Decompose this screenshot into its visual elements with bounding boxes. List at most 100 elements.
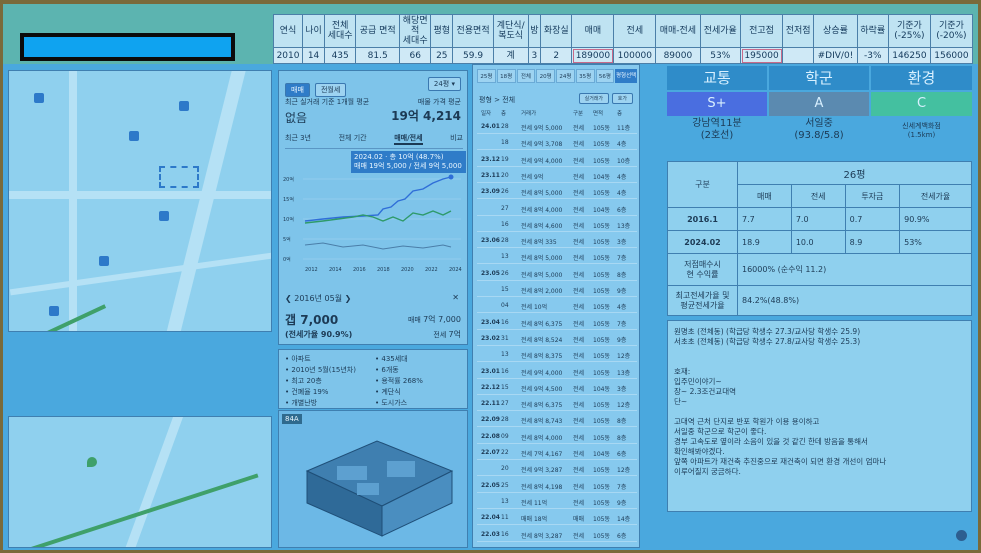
asking-price-button[interactable]: 호가	[611, 93, 633, 104]
map-marker-icon[interactable]	[99, 256, 109, 266]
summary-value-cell: 156000	[929, 47, 974, 64]
memo-line: 원명초 (전체동) (학급당 학생수 27.3/교사당 학생수 25.9)	[674, 327, 861, 336]
size-filter-tab[interactable]: 25평	[477, 69, 496, 83]
memo-notes[interactable]: 원명초 (전체동) (학급당 학생수 27.3/교사당 학생수 25.9) 서초초…	[667, 320, 972, 512]
transaction-price: 전세 9억 4,000	[521, 157, 563, 165]
transaction-row[interactable]: 22.12 15 전세 9억 4,500 전세 104동 3층	[477, 382, 637, 395]
period-tab[interactable]: 전체 기간	[339, 133, 367, 145]
stats-cell: 10.0	[790, 230, 846, 254]
transaction-row[interactable]: 22.05 25 전세 8억 4,198 전세 105동 7층	[477, 480, 637, 493]
complex-info-panel: • 아파트 • 435세대 • 2010년 5월(15년차) • 6개동 • 최고 20…	[278, 349, 468, 409]
transaction-row[interactable]: 22.03 16 전세 8억 3,287 전세 105동 6층	[477, 529, 637, 542]
floor-badge: 84A	[282, 414, 302, 424]
size-filter-tab[interactable]: 18평	[496, 69, 516, 83]
transaction-area: 105동	[593, 483, 610, 491]
transaction-floor: 18	[501, 139, 509, 147]
transaction-row[interactable]: 13 전세 11억 전세 105동 9층	[477, 496, 637, 509]
transaction-row[interactable]: 22.09 28 전세 8억 8,743 전세 105동 8층	[477, 414, 637, 428]
period-tab[interactable]: 최근 3년	[285, 133, 311, 145]
volume-line	[304, 242, 452, 250]
transaction-lvl: 8층	[617, 271, 627, 279]
location-pin-icon[interactable]	[87, 457, 97, 467]
transaction-row[interactable]: 20 전세 9억 3,287 전세 105동 12층	[477, 463, 637, 477]
transaction-row[interactable]: 22.07 22 전세 7억 4,167 전세 104동 6층	[477, 447, 637, 460]
size-filter-tab[interactable]: 24평	[556, 69, 575, 83]
transaction-row[interactable]: 23.05 26 전세 8억 5,000 전세 105동 8층	[477, 268, 637, 281]
transaction-row[interactable]: 16 전세 8억 4,600 전세 105동 13층	[477, 219, 637, 232]
tab-sale[interactable]: 매매	[285, 83, 310, 97]
transaction-floor: 15	[501, 383, 509, 391]
floor-plan-panel[interactable]: 84A	[278, 410, 468, 548]
memo-line: 앞쪽 아파트가 재건축 추진중으로 재건축이 되면 환경 개선이 엄마나	[674, 457, 887, 466]
size-filter-tab[interactable]: 20평	[536, 69, 555, 83]
summary-value-cell: 14	[302, 47, 326, 64]
transaction-row[interactable]: 18 전세 9억 3,708 전세 105동 4층	[477, 137, 637, 151]
transaction-area: 104동	[593, 451, 610, 458]
size-filter-tab[interactable]: 전체	[516, 69, 536, 83]
info-item-text: 개별난방	[291, 399, 318, 407]
transaction-row[interactable]: 27 전세 8억 4,000 전세 104동 6층	[477, 203, 637, 216]
map-secondary[interactable]	[8, 416, 272, 548]
map-marker-icon[interactable]	[159, 211, 169, 221]
prev-month-button[interactable]: ❮	[285, 294, 294, 303]
stats-sub-header: 매매	[737, 184, 792, 208]
map-marker-icon[interactable]	[49, 306, 59, 316]
transaction-lvl: 9층	[617, 336, 627, 344]
summary-header-cell: 기준가 (-25%)	[887, 14, 931, 48]
transaction-row[interactable]: 23.09 26 전세 8억 5,000 전세 105동 4층	[477, 186, 637, 200]
transaction-row[interactable]: 23.06 28 전세 8억 335 전세 105동 3층	[477, 235, 637, 249]
memo-line	[674, 347, 965, 357]
close-icon[interactable]: ✕	[452, 293, 459, 302]
transaction-row[interactable]: 22.04 11 매매 18억 매매 105동 14층	[477, 512, 637, 526]
period-tab[interactable]: 비교	[450, 133, 463, 145]
map-marker-icon[interactable]	[129, 131, 139, 141]
transaction-row[interactable]: 24.01 28 전세 9억 5,000 전세 105동 11층	[477, 121, 637, 134]
transaction-row[interactable]: 13 전세 8억 5,000 전세 105동 7층	[477, 251, 637, 265]
size-filter-active[interactable]: 평형선택	[615, 69, 638, 83]
next-month-button[interactable]: ❯	[342, 294, 352, 303]
period-tab[interactable]: 매매/전세	[394, 133, 423, 145]
transaction-type: 전세	[573, 239, 585, 247]
stats-sub-header: 전세가율	[899, 184, 972, 208]
transaction-floor: 27	[501, 400, 509, 408]
x-tick-label: 2018	[377, 267, 390, 273]
avg-label: 매물 가격 평균	[417, 98, 461, 106]
grade-sub-transport-line1: 강남역11분	[692, 118, 742, 129]
transaction-date: 24.01	[481, 123, 500, 130]
transaction-floor: 31	[501, 334, 509, 342]
transaction-date: 22.04	[481, 514, 500, 522]
transaction-price: 전세 8억 8,743	[521, 418, 563, 426]
transaction-row[interactable]: 23.01 16 전세 9억 4,000 전세 105동 13층	[477, 366, 637, 379]
summary-header-cell: 전세	[613, 14, 657, 48]
tab-rent[interactable]: 전월세	[314, 83, 347, 97]
list-col-header: 층	[501, 111, 507, 117]
map-main[interactable]	[8, 70, 272, 332]
price-chart[interactable]: 20억 15억 10억 5억 0억 2012 2014 2016 2018 2020 2022 20…	[283, 171, 465, 275]
transaction-row[interactable]: 13 전세 8억 8,375 전세 105동 12층	[477, 349, 637, 363]
chat-icon[interactable]	[956, 530, 967, 541]
transaction-price: 전세 9억 4,500	[521, 385, 563, 393]
stats-sub-header: 전세	[790, 184, 846, 208]
memo-line: 확인해봐야겠다.	[674, 447, 725, 456]
transaction-row[interactable]: 23.12 19 전세 9억 4,000 전세 105동 10층	[477, 154, 637, 167]
size-select[interactable]: 24평 ▾	[427, 77, 461, 91]
transaction-floor: 20	[501, 465, 509, 473]
actual-price-button[interactable]: 실거래가	[578, 93, 609, 104]
transaction-price: 전세 9억 5,000	[521, 125, 563, 132]
transaction-row[interactable]: 15 전세 8억 2,000 전세 105동 9층	[477, 284, 637, 297]
transaction-row[interactable]: 23.11 20 전세 9억 전세 104동 4층	[477, 170, 637, 183]
size-filter-tab[interactable]: 56평	[595, 69, 615, 83]
y-tick-label: 5억	[283, 236, 291, 243]
transaction-row[interactable]: 23.04 16 전세 8억 6,375 전세 105동 7층	[477, 317, 637, 330]
transaction-date: 22.07	[481, 449, 500, 456]
ratio-label: (전세가율 90.9%)	[285, 330, 353, 339]
transaction-row[interactable]: 22.11 27 전세 8억 6,375 전세 105동 12층	[477, 398, 637, 412]
transaction-area: 105동	[593, 304, 610, 312]
transaction-row[interactable]: 23.02 31 전세 8억 8,524 전세 105동 9층	[477, 333, 637, 346]
map-marker-icon[interactable]	[34, 93, 44, 103]
transaction-row[interactable]: 22.08 09 전세 8억 4,000 전세 105동 8층	[477, 431, 637, 444]
size-filter-tab[interactable]: 35평	[575, 69, 595, 83]
transaction-area: 105동	[593, 141, 610, 149]
transaction-row[interactable]: 04 전세 10억 전세 105동 4층	[477, 300, 637, 314]
map-marker-icon[interactable]	[179, 101, 189, 111]
